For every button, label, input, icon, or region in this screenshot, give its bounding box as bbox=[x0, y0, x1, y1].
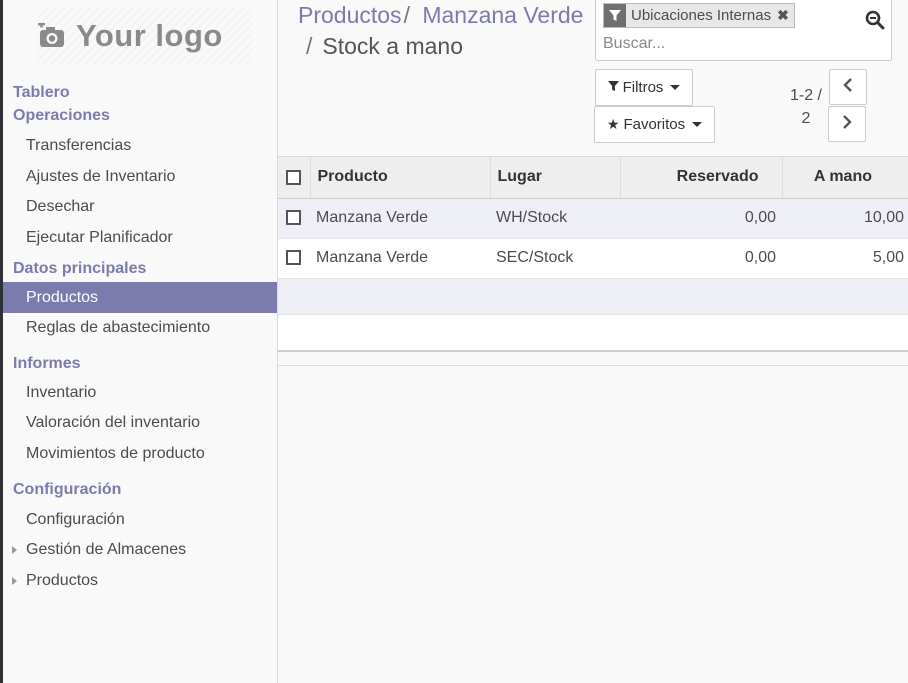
select-all-checkbox[interactable] bbox=[286, 169, 301, 185]
breadcrumb-separator: / bbox=[403, 2, 410, 28]
cell-producto: Manzana Verde bbox=[310, 198, 490, 239]
cell-lugar: SEC/Stock bbox=[490, 238, 620, 279]
menu-item-desechar[interactable]: Desechar bbox=[3, 192, 277, 223]
menu-item-label: Gestión de Almacenes bbox=[26, 541, 187, 559]
menu-item-productos[interactable]: Productos bbox=[3, 282, 277, 313]
menu-item-inventario[interactable]: Inventario bbox=[3, 378, 277, 409]
menu-item-movimientos-producto[interactable]: Movimientos de producto bbox=[3, 439, 277, 470]
column-header-lugar[interactable]: Lugar bbox=[490, 157, 621, 199]
pager-range: 1-2 / bbox=[789, 87, 822, 104]
favorites-label: Favoritos bbox=[623, 116, 686, 133]
column-header-producto[interactable]: Producto bbox=[310, 157, 491, 199]
menu-item-ejecutar-planificador[interactable]: Ejecutar Planificador bbox=[3, 223, 277, 254]
search-input[interactable] bbox=[603, 33, 843, 55]
row-checkbox[interactable] bbox=[286, 210, 301, 226]
table-row[interactable]: Manzana Verde WH/Stock 0,00 10,00 bbox=[278, 198, 908, 239]
menu-item-config-productos[interactable]: Productos bbox=[3, 566, 277, 597]
select-all-cell bbox=[278, 157, 311, 199]
empty-row bbox=[278, 278, 908, 315]
cell-a-mano: 5,00 bbox=[782, 238, 908, 279]
star-icon: ★ bbox=[606, 116, 620, 132]
menu-section-configuracion: Configuración bbox=[13, 481, 122, 499]
menu-item-label: Productos bbox=[26, 571, 99, 589]
table-row[interactable]: Manzana Verde SEC/Stock 0,00 5,00 bbox=[278, 238, 908, 279]
row-select-cell bbox=[278, 238, 310, 279]
column-header-a-mano[interactable]: A mano bbox=[782, 157, 908, 199]
table-header-row: Producto Lugar Reservado A mano bbox=[278, 157, 908, 199]
cell-reservado: 0,00 bbox=[620, 198, 782, 239]
list-footer-divider bbox=[278, 360, 908, 366]
stock-table: Producto Lugar Reservado A mano Manzana … bbox=[278, 157, 908, 279]
sidebar: Your logo Tablero Operaciones Transferen… bbox=[3, 0, 278, 683]
column-header-reservado[interactable]: Reservado bbox=[620, 157, 783, 199]
search-box: Ubicaciones Internas ✖ bbox=[595, 0, 892, 61]
menu-item-transferencias[interactable]: Transferencias bbox=[3, 131, 277, 162]
company-logo[interactable]: Your logo bbox=[38, 8, 253, 64]
breadcrumb-current: Stock a mano bbox=[322, 33, 464, 59]
sidebar-menu: Tablero Operaciones Transferencias Ajust… bbox=[3, 80, 277, 596]
menu-item-valoracion-inventario[interactable]: Valoración del inventario bbox=[3, 408, 277, 439]
menu-item-reglas-abastecimiento[interactable]: Reglas de abastecimiento bbox=[3, 313, 277, 344]
cell-lugar: WH/Stock bbox=[490, 198, 620, 239]
caret-right-icon bbox=[12, 546, 17, 555]
pager-previous-button[interactable] bbox=[829, 69, 867, 105]
chevron-right-icon bbox=[842, 115, 852, 133]
menu-item-gestion-almacenes[interactable]: Gestión de Almacenes bbox=[3, 535, 277, 566]
remove-facet-icon[interactable]: ✖ bbox=[777, 4, 794, 27]
pager-next-button[interactable] bbox=[828, 106, 866, 142]
breadcrumb: Productos/ Manzana Verde / Stock a mano bbox=[298, 0, 598, 62]
row-checkbox[interactable] bbox=[286, 250, 301, 266]
row-select-cell bbox=[278, 198, 310, 239]
filter-icon bbox=[607, 79, 619, 96]
filters-label: Filtros bbox=[622, 79, 664, 96]
search-icon[interactable] bbox=[865, 10, 885, 30]
breadcrumb-manzana-verde[interactable]: Manzana Verde bbox=[422, 2, 583, 28]
menu-item-ajustes-inventario[interactable]: Ajustes de Inventario bbox=[3, 162, 277, 193]
pager-total: 2 bbox=[801, 110, 811, 127]
facet-label: Ubicaciones Internas bbox=[631, 7, 772, 24]
menu-tablero[interactable]: Tablero bbox=[3, 80, 277, 105]
chevron-left-icon bbox=[843, 78, 853, 96]
cell-reservado: 0,00 bbox=[620, 238, 782, 279]
menu-section-datos-principales: Datos principales bbox=[13, 260, 147, 278]
control-panel: Productos/ Manzana Verde / Stock a mano U… bbox=[278, 0, 908, 157]
caret-right-icon bbox=[12, 576, 17, 585]
caret-down-icon bbox=[692, 122, 703, 127]
search-facet: Ubicaciones Internas ✖ bbox=[603, 3, 795, 28]
cell-a-mano: 10,00 bbox=[782, 198, 908, 239]
cell-producto: Manzana Verde bbox=[310, 238, 490, 279]
breadcrumb-separator: / bbox=[306, 33, 313, 59]
empty-row bbox=[278, 314, 908, 352]
favorites-button[interactable]: ★ Favoritos bbox=[594, 106, 715, 143]
pager-value[interactable]: 1-2 / 2 bbox=[786, 84, 826, 130]
logo-text: Your logo bbox=[76, 18, 223, 53]
stock-list: Producto Lugar Reservado A mano Manzana … bbox=[278, 157, 908, 352]
filter-icon bbox=[604, 4, 626, 27]
filters-button[interactable]: Filtros bbox=[595, 69, 693, 106]
caret-down-icon bbox=[670, 85, 681, 90]
menu-section-informes: Informes bbox=[13, 354, 81, 372]
breadcrumb-productos[interactable]: Productos bbox=[298, 2, 402, 28]
menu-item-configuracion[interactable]: Configuración bbox=[3, 504, 277, 535]
menu-section-operaciones: Operaciones bbox=[13, 107, 110, 124]
camera-icon bbox=[38, 23, 66, 49]
